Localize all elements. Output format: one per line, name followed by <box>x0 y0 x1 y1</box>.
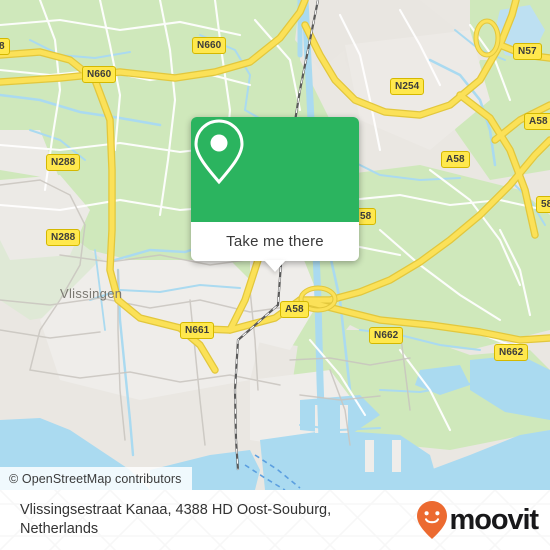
road-shield-n288-lower[interactable]: N288 <box>46 229 81 246</box>
road-shield-n661[interactable]: N661 <box>180 322 215 339</box>
take-me-there-label: Take me there <box>226 233 324 250</box>
moovit-smiley-pin-icon <box>416 501 447 539</box>
map-pin-icon <box>194 119 244 185</box>
take-me-there-button[interactable]: Take me there <box>191 222 359 261</box>
footer-address-line1: Vlissingsestraat Kanaa, 4388 HD Oost-Sou… <box>20 502 332 518</box>
moovit-logo[interactable]: moovit <box>415 500 540 540</box>
osm-attribution-text: © OpenStreetMap contributors <box>9 471 182 486</box>
map-canvas[interactable]: Vlissingen 8 N660 N660 N57 N254 A58 N288… <box>0 0 550 490</box>
road-shield-a58-edge-lower[interactable]: 58 <box>536 196 550 213</box>
moovit-map-screenshot: Vlissingen 8 N660 N660 N57 N254 A58 N288… <box>0 0 550 550</box>
road-shield-n662-west[interactable]: N662 <box>369 327 404 344</box>
road-shield-a58-right-edge[interactable]: A58 <box>524 113 550 130</box>
road-shield-n288-upper[interactable]: N288 <box>46 154 81 171</box>
road-shield-n660-east[interactable]: N660 <box>192 37 227 54</box>
road-shield-a58-mid[interactable]: A58 <box>441 151 470 168</box>
footer-bar: Vlissingsestraat Kanaa, 4388 HD Oost-Sou… <box>0 490 550 550</box>
osm-attribution[interactable]: © OpenStreetMap contributors <box>0 467 192 490</box>
popup-icon-area <box>191 117 359 222</box>
place-label-vlissingen: Vlissingen <box>60 286 123 301</box>
road-shield-n254[interactable]: N254 <box>390 78 425 95</box>
popup-pointer-tail <box>264 260 286 272</box>
moovit-wordmark: moovit <box>449 503 540 536</box>
road-shield-n662-east[interactable]: N662 <box>494 344 529 361</box>
road-shield-n57[interactable]: N57 <box>513 43 542 60</box>
footer-address-line2: Netherlands <box>20 521 99 537</box>
location-popup-card[interactable]: Take me there <box>191 117 359 272</box>
road-shield-n288-partial-topleft[interactable]: 8 <box>0 38 10 55</box>
footer-address: Vlissingsestraat Kanaa, 4388 HD Oost-Sou… <box>20 501 405 539</box>
road-shield-a58-center[interactable]: A58 <box>280 301 309 318</box>
road-shield-n660-west[interactable]: N660 <box>82 66 117 83</box>
